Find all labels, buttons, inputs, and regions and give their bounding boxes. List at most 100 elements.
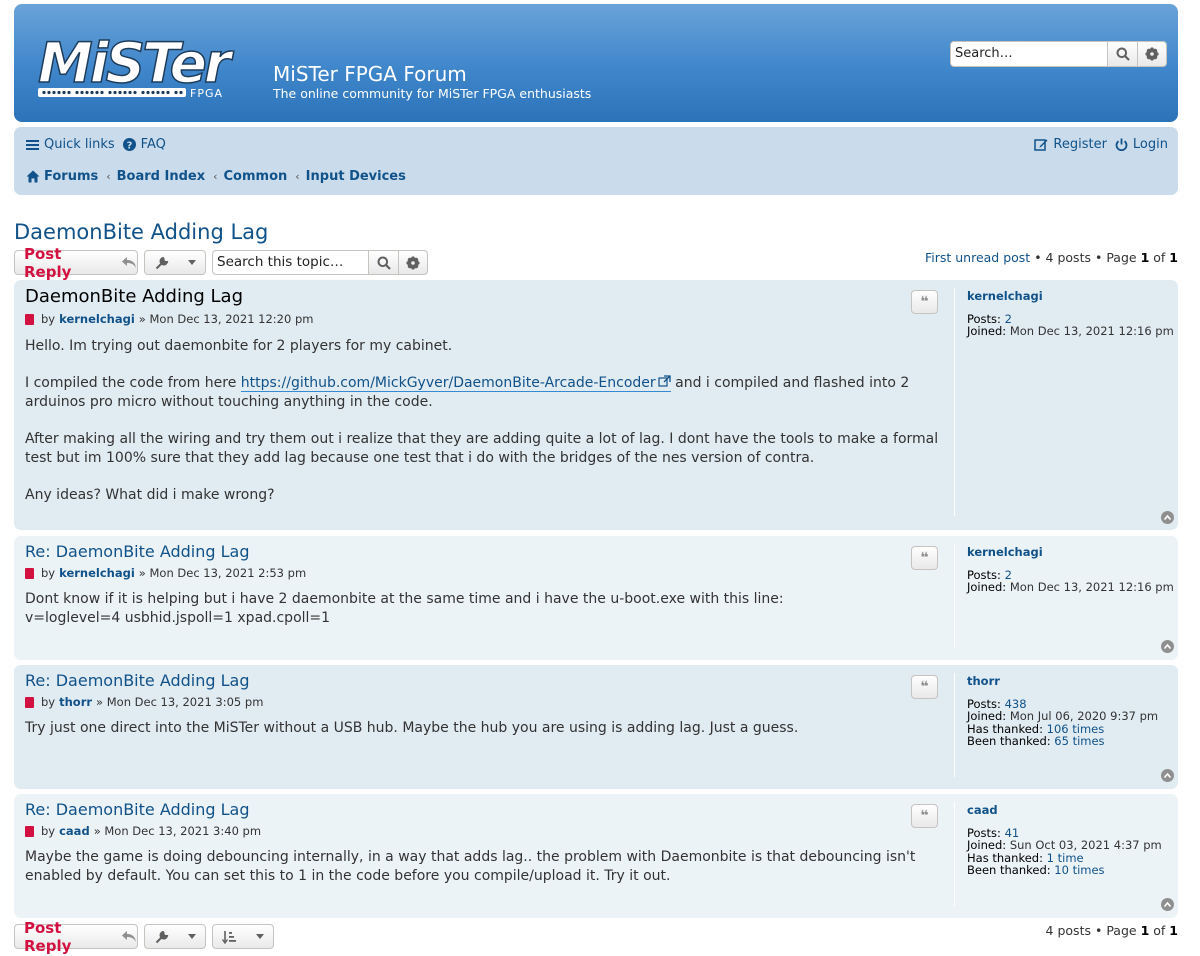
header-search-button[interactable] [1108, 41, 1138, 67]
back-to-top-button[interactable] [1161, 511, 1174, 524]
post-icon[interactable] [25, 825, 34, 837]
topic-tools-button[interactable] [144, 250, 206, 275]
back-to-top-button[interactable] [1161, 769, 1174, 782]
topic-search-button[interactable] [369, 250, 399, 275]
post-content: Hello. Im trying out daemonbite for 2 pl… [25, 337, 950, 523]
quote-button[interactable]: ❝ [911, 675, 938, 699]
back-to-top-button[interactable] [1161, 898, 1174, 911]
first-unread-link[interactable]: First unread post [925, 250, 1030, 265]
been-thanked-link[interactable]: 65 times [1054, 734, 1104, 748]
profile-username[interactable]: kernelchagi [967, 546, 1174, 559]
post-author[interactable]: kernelchagi [59, 312, 135, 326]
post-author[interactable]: thorr [59, 695, 92, 709]
been-thanked-link[interactable]: 10 times [1054, 863, 1104, 877]
post-title[interactable]: Re: DaemonBite Adding Lag [25, 542, 250, 561]
topic-tools-button[interactable] [144, 924, 206, 949]
quote-icon: ❝ [920, 808, 929, 824]
page-of: of [1153, 250, 1166, 265]
sort-options-button[interactable] [212, 924, 274, 949]
external-link-icon [658, 375, 671, 387]
post: Re: DaemonBite Adding Lag by caad » Mon … [14, 794, 1178, 918]
post-icon[interactable] [25, 567, 34, 579]
faq-link[interactable]: ? FAQ [122, 137, 166, 152]
gear-icon [406, 256, 420, 269]
top-action-bar: Post Reply Search this topic… [14, 245, 428, 281]
quick-links-menu[interactable]: Quick links [26, 137, 115, 152]
svg-text:MiSTer: MiSTer [38, 31, 234, 95]
breadcrumb-separator: ‹ [295, 170, 300, 183]
post-author-line: by kernelchagi » Mon Dec 13, 2021 12:20 … [25, 312, 313, 326]
page-total: 1 [1169, 923, 1178, 938]
wrench-icon [155, 256, 168, 269]
bottom-pagination: 4 posts • Page 1 of 1 [1045, 923, 1178, 938]
post-text: Dont know if it is helping but i have 2 … [25, 591, 784, 607]
sort-icon [222, 930, 237, 944]
post-profile: kernelchagi Posts: 2 Joined: Mon Dec 13,… [967, 290, 1174, 338]
register-link[interactable]: Register [1034, 137, 1107, 152]
quote-button[interactable]: ❝ [911, 804, 938, 828]
topic-title[interactable]: DaemonBite Adding Lag [14, 220, 268, 244]
header-search: Search… [950, 41, 1167, 67]
post-reply-button[interactable]: Post Reply [14, 245, 138, 281]
profile-username[interactable]: caad [967, 804, 1162, 817]
post-divider [954, 802, 955, 906]
post-reply-label: Post Reply [24, 918, 72, 955]
bottom-action-bar: Post Reply [14, 919, 274, 955]
github-link[interactable]: https://github.com/MickGyver/DaemonBite-… [240, 375, 671, 392]
quick-links-label: Quick links [44, 137, 115, 152]
breadcrumb-board-index[interactable]: Board Index [117, 169, 205, 184]
post-title[interactable]: DaemonBite Adding Lag [25, 286, 243, 307]
header-advanced-search-button[interactable] [1138, 41, 1167, 67]
github-link-text: https://github.com/MickGyver/DaemonBite-… [240, 375, 656, 391]
breadcrumb-input-devices[interactable]: Input Devices [306, 169, 406, 184]
site-title[interactable]: MiSTer FPGA Forum [273, 62, 467, 86]
post-icon[interactable] [25, 313, 34, 325]
post-paragraph: I compiled the code from here https://gi… [25, 374, 950, 412]
joined-label: Joined: [967, 324, 1007, 338]
post: Re: DaemonBite Adding Lag by thorr » Mon… [14, 665, 1178, 789]
site-description: The online community for MiSTer FPGA ent… [273, 86, 592, 101]
login-label: Login [1132, 137, 1168, 152]
profile-username[interactable]: thorr [967, 675, 1158, 688]
post-author[interactable]: caad [59, 824, 90, 838]
post-date: » Mon Dec 13, 2021 3:05 pm [96, 695, 264, 709]
post-paragraph: Hello. Im trying out daemonbite for 2 pl… [25, 338, 453, 354]
quote-icon: ❝ [920, 679, 929, 695]
login-link[interactable]: Login [1115, 137, 1168, 152]
faq-label: FAQ [140, 137, 166, 152]
by-label: by [41, 824, 56, 838]
caret-down-icon [255, 934, 264, 939]
topic-search-input[interactable]: Search this topic… [212, 250, 369, 275]
topic-advanced-search-button[interactable] [399, 250, 428, 275]
site-logo[interactable]: MiSTer FPGA [36, 30, 258, 106]
header-search-input[interactable]: Search… [950, 41, 1108, 67]
quote-button[interactable]: ❝ [911, 290, 938, 314]
profile-username[interactable]: kernelchagi [967, 290, 1174, 303]
gear-icon [1145, 47, 1159, 61]
post-reply-label: Post Reply [24, 244, 72, 281]
post-icon[interactable] [25, 696, 34, 708]
breadcrumb-common[interactable]: Common [224, 169, 288, 184]
post-author[interactable]: kernelchagi [59, 566, 135, 580]
edit-icon [1034, 139, 1048, 151]
post-reply-button[interactable]: Post Reply [14, 919, 138, 955]
breadcrumb-forums[interactable]: Forums [44, 169, 98, 184]
back-to-top-button[interactable] [1161, 640, 1174, 653]
post-title[interactable]: Re: DaemonBite Adding Lag [25, 800, 250, 819]
search-icon [1116, 47, 1130, 61]
chevron-up-icon [1164, 644, 1171, 649]
quote-button[interactable]: ❝ [911, 546, 938, 570]
post-title[interactable]: Re: DaemonBite Adding Lag [25, 671, 250, 690]
post-content: Try just one direct into the MiSTer with… [25, 719, 950, 738]
been-thanked-label: Been thanked: [967, 734, 1051, 748]
mister-logo-icon: MiSTer FPGA [37, 30, 237, 100]
page-of: of [1153, 923, 1166, 938]
post-author-line: by thorr » Mon Dec 13, 2021 3:05 pm [25, 695, 263, 709]
caret-down-icon [187, 934, 196, 939]
site-header: MiSTer FPGA MiSTer FPGA Forum The online… [14, 4, 1178, 122]
post-divider [954, 673, 955, 777]
post: DaemonBite Adding Lag by kernelchagi » M… [14, 280, 1178, 530]
posts-count: 4 posts [1045, 923, 1091, 938]
post-content: Maybe the game is doing debouncing inter… [25, 848, 950, 886]
home-icon [26, 170, 40, 183]
